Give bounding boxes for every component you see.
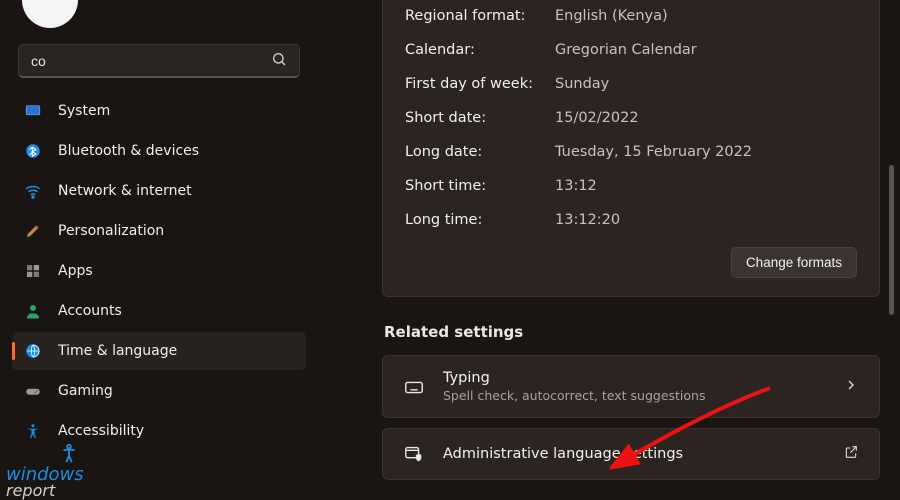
bluetooth-icon [24, 142, 42, 160]
regional-format-card: Regional format:English (Kenya) Calendar… [382, 0, 880, 297]
search-box[interactable] [18, 44, 300, 78]
sidebar-item-network[interactable]: Network & internet [12, 172, 306, 210]
sidebar-item-label: System [58, 103, 110, 119]
watermark: windows report [6, 467, 84, 498]
kv-row: First day of week:Sunday [405, 67, 857, 101]
scrollbar[interactable] [889, 0, 894, 500]
kv-row: Long date:Tuesday, 15 February 2022 [405, 135, 857, 169]
open-external-icon [843, 444, 859, 464]
sidebar-item-label: Bluetooth & devices [58, 143, 199, 159]
sidebar-item-accessibility[interactable]: Accessibility [12, 412, 306, 450]
related-settings-heading: Related settings [384, 323, 880, 341]
kv-row: Short date:15/02/2022 [405, 101, 857, 135]
sidebar-item-label: Network & internet [58, 183, 192, 199]
chevron-right-icon [843, 377, 859, 397]
sidebar-item-label: Apps [58, 263, 93, 279]
kv-row: Calendar:Gregorian Calendar [405, 33, 857, 67]
window-shield-icon [403, 443, 425, 465]
setting-title: Typing [443, 370, 825, 386]
admin-language-settings-row[interactable]: Administrative language settings [382, 428, 880, 480]
sidebar-item-apps[interactable]: Apps [12, 252, 306, 290]
sidebar-item-bluetooth[interactable]: Bluetooth & devices [12, 132, 306, 170]
sidebar-item-label: Personalization [58, 223, 164, 239]
apps-icon [24, 262, 42, 280]
keyboard-icon [403, 376, 425, 398]
search-input[interactable] [31, 53, 271, 69]
accessibility-icon [24, 422, 42, 440]
paintbrush-icon [24, 222, 42, 240]
gamepad-icon [24, 382, 42, 400]
kv-row: Regional format:English (Kenya) [405, 0, 857, 33]
sidebar-item-label: Accounts [58, 303, 122, 319]
change-formats-button[interactable]: Change formats [731, 247, 857, 278]
system-icon [24, 102, 42, 120]
sidebar-item-gaming[interactable]: Gaming [12, 372, 306, 410]
typing-settings-row[interactable]: Typing Spell check, autocorrect, text su… [382, 355, 880, 418]
search-icon [271, 51, 287, 71]
sidebar-item-label: Accessibility [58, 423, 144, 439]
sidebar-item-accounts[interactable]: Accounts [12, 292, 306, 330]
sidebar-item-system[interactable]: System [12, 92, 306, 130]
sidebar-item-personalization[interactable]: Personalization [12, 212, 306, 250]
user-avatar[interactable] [22, 0, 78, 28]
clock-globe-icon [24, 342, 42, 360]
wifi-icon [24, 182, 42, 200]
kv-row: Long time:13:12:20 [405, 203, 857, 237]
sidebar-nav: System Bluetooth & devices Network & int… [12, 92, 306, 450]
setting-title: Administrative language settings [443, 446, 825, 462]
person-icon [24, 302, 42, 320]
kv-row: Short time:13:12 [405, 169, 857, 203]
sidebar-item-label: Gaming [58, 383, 113, 399]
sidebar-item-label: Time & language [58, 343, 177, 359]
sidebar-item-time-language[interactable]: Time & language [12, 332, 306, 370]
setting-subtitle: Spell check, autocorrect, text suggestio… [443, 388, 825, 403]
